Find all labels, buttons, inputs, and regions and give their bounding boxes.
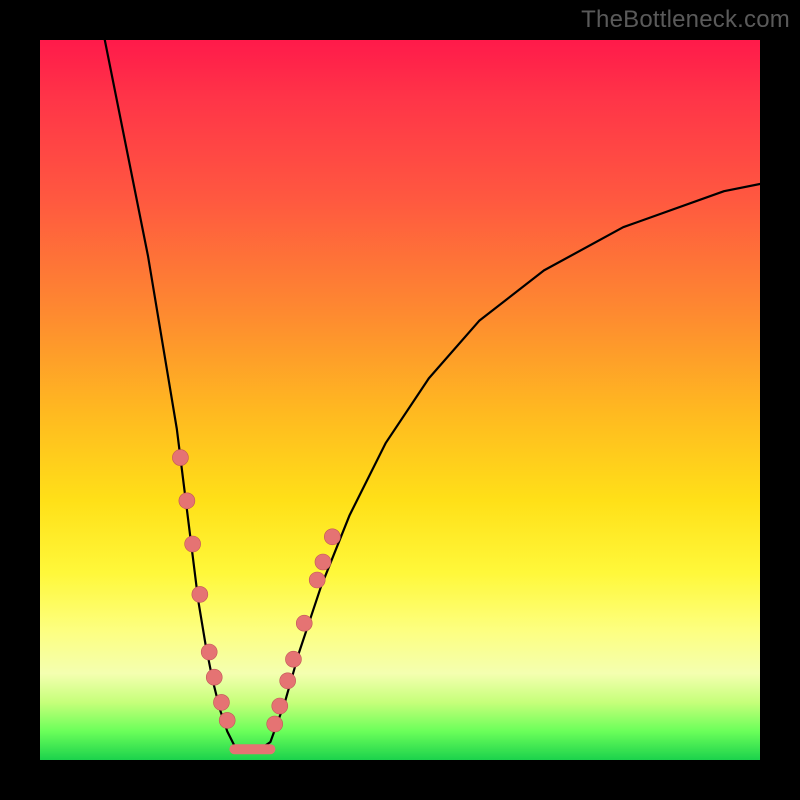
bottleneck-curve bbox=[105, 40, 760, 750]
marker-dot bbox=[213, 694, 229, 710]
marker-dot bbox=[192, 586, 208, 602]
marker-dot bbox=[179, 493, 195, 509]
marker-dot bbox=[315, 554, 331, 570]
marker-dot bbox=[309, 572, 325, 588]
watermark-text: TheBottleneck.com bbox=[581, 6, 790, 34]
marker-dot bbox=[201, 644, 217, 660]
marker-dot bbox=[172, 450, 188, 466]
marker-dot bbox=[185, 536, 201, 552]
marker-dot bbox=[219, 712, 235, 728]
plot-area bbox=[40, 40, 760, 760]
marker-dot bbox=[272, 698, 288, 714]
marker-dot bbox=[285, 651, 301, 667]
marker-dot bbox=[324, 529, 340, 545]
marker-dot bbox=[206, 669, 222, 685]
marker-dot bbox=[267, 716, 283, 732]
marker-dot bbox=[280, 673, 296, 689]
marker-dots bbox=[172, 450, 340, 732]
outer-frame: TheBottleneck.com bbox=[0, 0, 800, 800]
marker-dot bbox=[296, 615, 312, 631]
chart-svg bbox=[40, 40, 760, 760]
